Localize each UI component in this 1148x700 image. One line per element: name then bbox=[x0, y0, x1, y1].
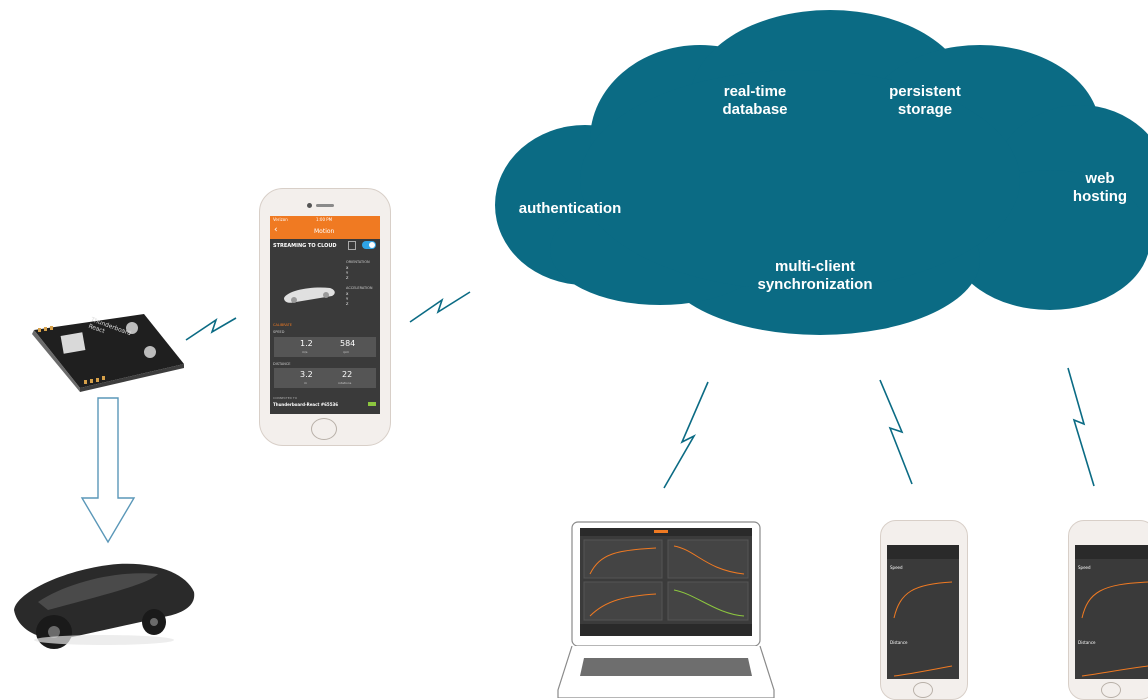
back-icon[interactable]: ‹ bbox=[274, 225, 278, 235]
laptop-client-image bbox=[557, 521, 775, 698]
phone-speaker bbox=[316, 204, 334, 207]
orientation-label: ORIENTATION bbox=[346, 260, 370, 264]
phone-home-button bbox=[311, 418, 337, 440]
wireless-bolt-board-phone bbox=[185, 317, 237, 341]
acceleration-x-label: X bbox=[346, 292, 349, 296]
pinewood-car-image bbox=[14, 563, 195, 649]
speed-value: 1.2 bbox=[300, 339, 313, 348]
status-time: 1:00 PM bbox=[316, 217, 333, 222]
client-phone-3-header bbox=[1075, 545, 1148, 559]
client-phone-2-header bbox=[887, 545, 959, 559]
rotations-unit: rotations bbox=[338, 381, 352, 385]
rpm-unit: rpm bbox=[343, 350, 350, 354]
wireless-bolt-phone3 bbox=[1067, 367, 1095, 487]
client-phone-3-speed-chart bbox=[1081, 581, 1148, 619]
status-carrier: Verizon bbox=[273, 217, 288, 222]
client-phone-2-distance-chart bbox=[893, 665, 953, 677]
acceleration-y-label: Y bbox=[346, 297, 349, 301]
speed-card bbox=[274, 337, 376, 357]
orientation-z-label: Z bbox=[346, 276, 349, 280]
phone-camera bbox=[307, 203, 312, 208]
nav-title: Motion bbox=[314, 228, 335, 235]
distance-unit: m bbox=[304, 381, 307, 385]
orientation-x-label: X bbox=[346, 266, 349, 270]
stream-toggle[interactable] bbox=[362, 241, 376, 249]
client-phone-3-speed-label: Speed bbox=[1078, 565, 1091, 570]
connected-label: CONNECTED TO bbox=[273, 396, 298, 400]
phone-screen: Verizon 1:00 PM ‹ Motion STREAMING TO CL… bbox=[270, 216, 380, 414]
share-icon[interactable] bbox=[348, 241, 356, 250]
client-phone-2-distance-label: Distance bbox=[890, 640, 908, 645]
client-phone-3-distance-label: Distance bbox=[1078, 640, 1096, 645]
client-phone-3-home-button bbox=[1101, 682, 1121, 698]
orientation-y-label: Y bbox=[346, 271, 349, 275]
stream-label: STREAMING TO CLOUD bbox=[273, 243, 337, 249]
calibrate-label[interactable]: CALIBRATE bbox=[273, 323, 292, 327]
acceleration-z-label: Z bbox=[346, 302, 349, 306]
client-phone-2-speed-chart bbox=[893, 581, 953, 619]
wireless-bolt-laptop bbox=[663, 381, 709, 489]
acceleration-label: ACCELERATION bbox=[346, 286, 373, 290]
wireless-bolt-phone-cloud bbox=[409, 291, 471, 323]
speed-label: SPEED bbox=[273, 330, 285, 334]
flow-arrow-icon bbox=[80, 397, 136, 544]
client-phone-3-distance-chart bbox=[1081, 665, 1148, 677]
distance-card bbox=[274, 368, 376, 388]
rotations-value: 22 bbox=[342, 370, 353, 379]
rpm-value: 584 bbox=[340, 339, 356, 348]
speed-unit: m/s bbox=[302, 350, 308, 354]
car-model-image bbox=[284, 287, 335, 303]
battery-icon bbox=[368, 402, 376, 406]
client-phone-2-home-button bbox=[913, 682, 933, 698]
distance-value: 3.2 bbox=[300, 370, 313, 379]
device-name: Thunderboard-React #65536 bbox=[273, 402, 339, 407]
distance-label: DISTANCE bbox=[273, 362, 291, 366]
wireless-bolt-phone2 bbox=[879, 379, 913, 485]
client-phone-2-speed-label: Speed bbox=[890, 565, 903, 570]
